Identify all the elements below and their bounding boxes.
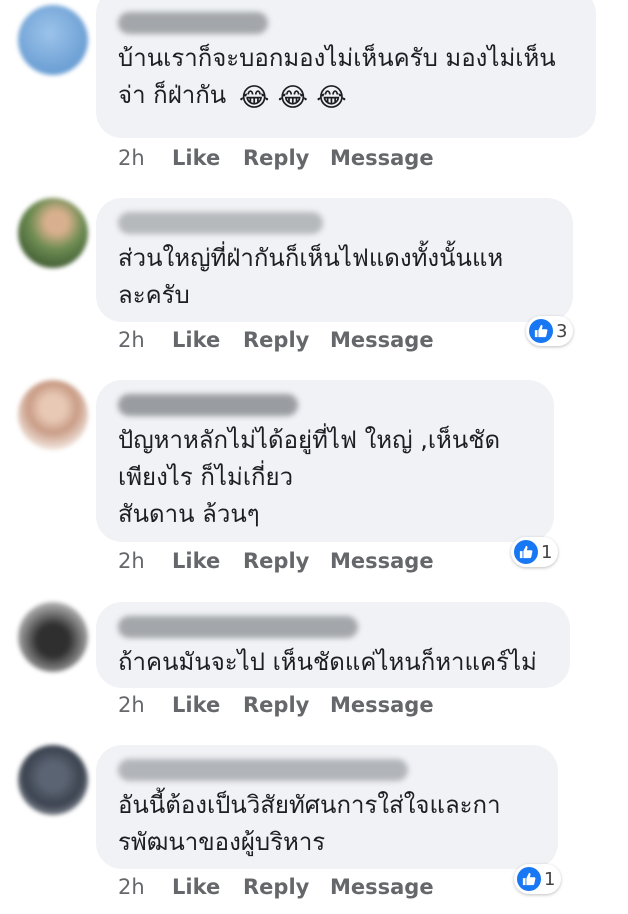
reaction-count[interactable]: 3 xyxy=(526,316,574,346)
comment-actions: 2h Like Reply Message xyxy=(118,146,434,170)
reply-button[interactable]: Reply xyxy=(243,693,330,717)
message-button[interactable]: Message xyxy=(330,146,434,170)
comment-text: ปัญหาหลักไม่ได้อยู่ที่ไฟ ใหญ่ ,เห็นชัด เ… xyxy=(118,426,501,528)
like-reaction-icon xyxy=(514,540,538,564)
reaction-number: 3 xyxy=(556,320,568,342)
comment-text: ส่วนใหญ่ที่ฝ่ากันก็เห็นไฟแดงทั้งนั้นแห ล… xyxy=(118,244,504,309)
like-reaction-icon xyxy=(529,319,553,343)
avatar[interactable] xyxy=(18,745,88,815)
comment-bubble: อันนี้ต้องเป็นวิสัยทัศนการใส่ใจและกา รพั… xyxy=(96,745,558,869)
author-name-blurred[interactable] xyxy=(118,12,268,34)
reaction-number: 1 xyxy=(544,868,556,890)
author-name-blurred[interactable] xyxy=(118,616,358,638)
comment-actions: 2h Like Reply Message xyxy=(118,549,434,573)
comment-actions: 2h Like Reply Message xyxy=(118,328,434,352)
comment-text: ถ้าคนมันจะไป เห็นชัดแค่ไหนก็หาแคร์ไม่ xyxy=(118,648,537,676)
laughing-emoji-icons: 😂 😂 😂 xyxy=(239,83,347,113)
like-button[interactable]: Like xyxy=(172,875,243,899)
comment-bubble: ส่วนใหญ่ที่ฝ่ากันก็เห็นไฟแดงทั้งนั้นแห ล… xyxy=(96,198,573,322)
comment-actions: 2h Like Reply Message xyxy=(118,875,434,899)
reply-button[interactable]: Reply xyxy=(243,875,330,899)
avatar[interactable] xyxy=(18,602,88,672)
author-name-blurred[interactable] xyxy=(118,212,323,234)
like-reaction-icon xyxy=(517,867,541,891)
reply-button[interactable]: Reply xyxy=(243,146,330,170)
like-button[interactable]: Like xyxy=(172,328,243,352)
comment-text: บ้านเราก็จะบอกมองไม่เห็นครับ มองไม่เห็น … xyxy=(118,44,556,109)
comment-bubble: ปัญหาหลักไม่ได้อยู่ที่ไฟ ใหญ่ ,เห็นชัด เ… xyxy=(96,380,554,542)
reaction-count[interactable]: 1 xyxy=(514,864,562,894)
author-name-blurred[interactable] xyxy=(118,759,408,781)
timestamp[interactable]: 2h xyxy=(118,693,172,717)
avatar[interactable] xyxy=(18,5,88,75)
avatar[interactable] xyxy=(18,380,88,450)
reaction-count[interactable]: 1 xyxy=(511,537,559,567)
timestamp[interactable]: 2h xyxy=(118,875,172,899)
timestamp[interactable]: 2h xyxy=(118,328,172,352)
timestamp[interactable]: 2h xyxy=(118,146,172,170)
comment-bubble: ถ้าคนมันจะไป เห็นชัดแค่ไหนก็หาแคร์ไม่ xyxy=(96,602,570,688)
reply-button[interactable]: Reply xyxy=(243,549,330,573)
message-button[interactable]: Message xyxy=(330,549,434,573)
like-button[interactable]: Like xyxy=(172,693,243,717)
avatar[interactable] xyxy=(18,198,88,268)
author-name-blurred[interactable] xyxy=(118,394,298,416)
message-button[interactable]: Message xyxy=(330,328,434,352)
message-button[interactable]: Message xyxy=(330,693,434,717)
comment-actions: 2h Like Reply Message xyxy=(118,693,434,717)
reaction-number: 1 xyxy=(541,541,553,563)
reply-button[interactable]: Reply xyxy=(243,328,330,352)
comment-bubble: บ้านเราก็จะบอกมองไม่เห็นครับ มองไม่เห็น … xyxy=(96,0,596,138)
like-button[interactable]: Like xyxy=(172,549,243,573)
message-button[interactable]: Message xyxy=(330,875,434,899)
timestamp[interactable]: 2h xyxy=(118,549,172,573)
comment-text: อันนี้ต้องเป็นวิสัยทัศนการใส่ใจและกา รพั… xyxy=(118,791,501,856)
like-button[interactable]: Like xyxy=(172,146,243,170)
